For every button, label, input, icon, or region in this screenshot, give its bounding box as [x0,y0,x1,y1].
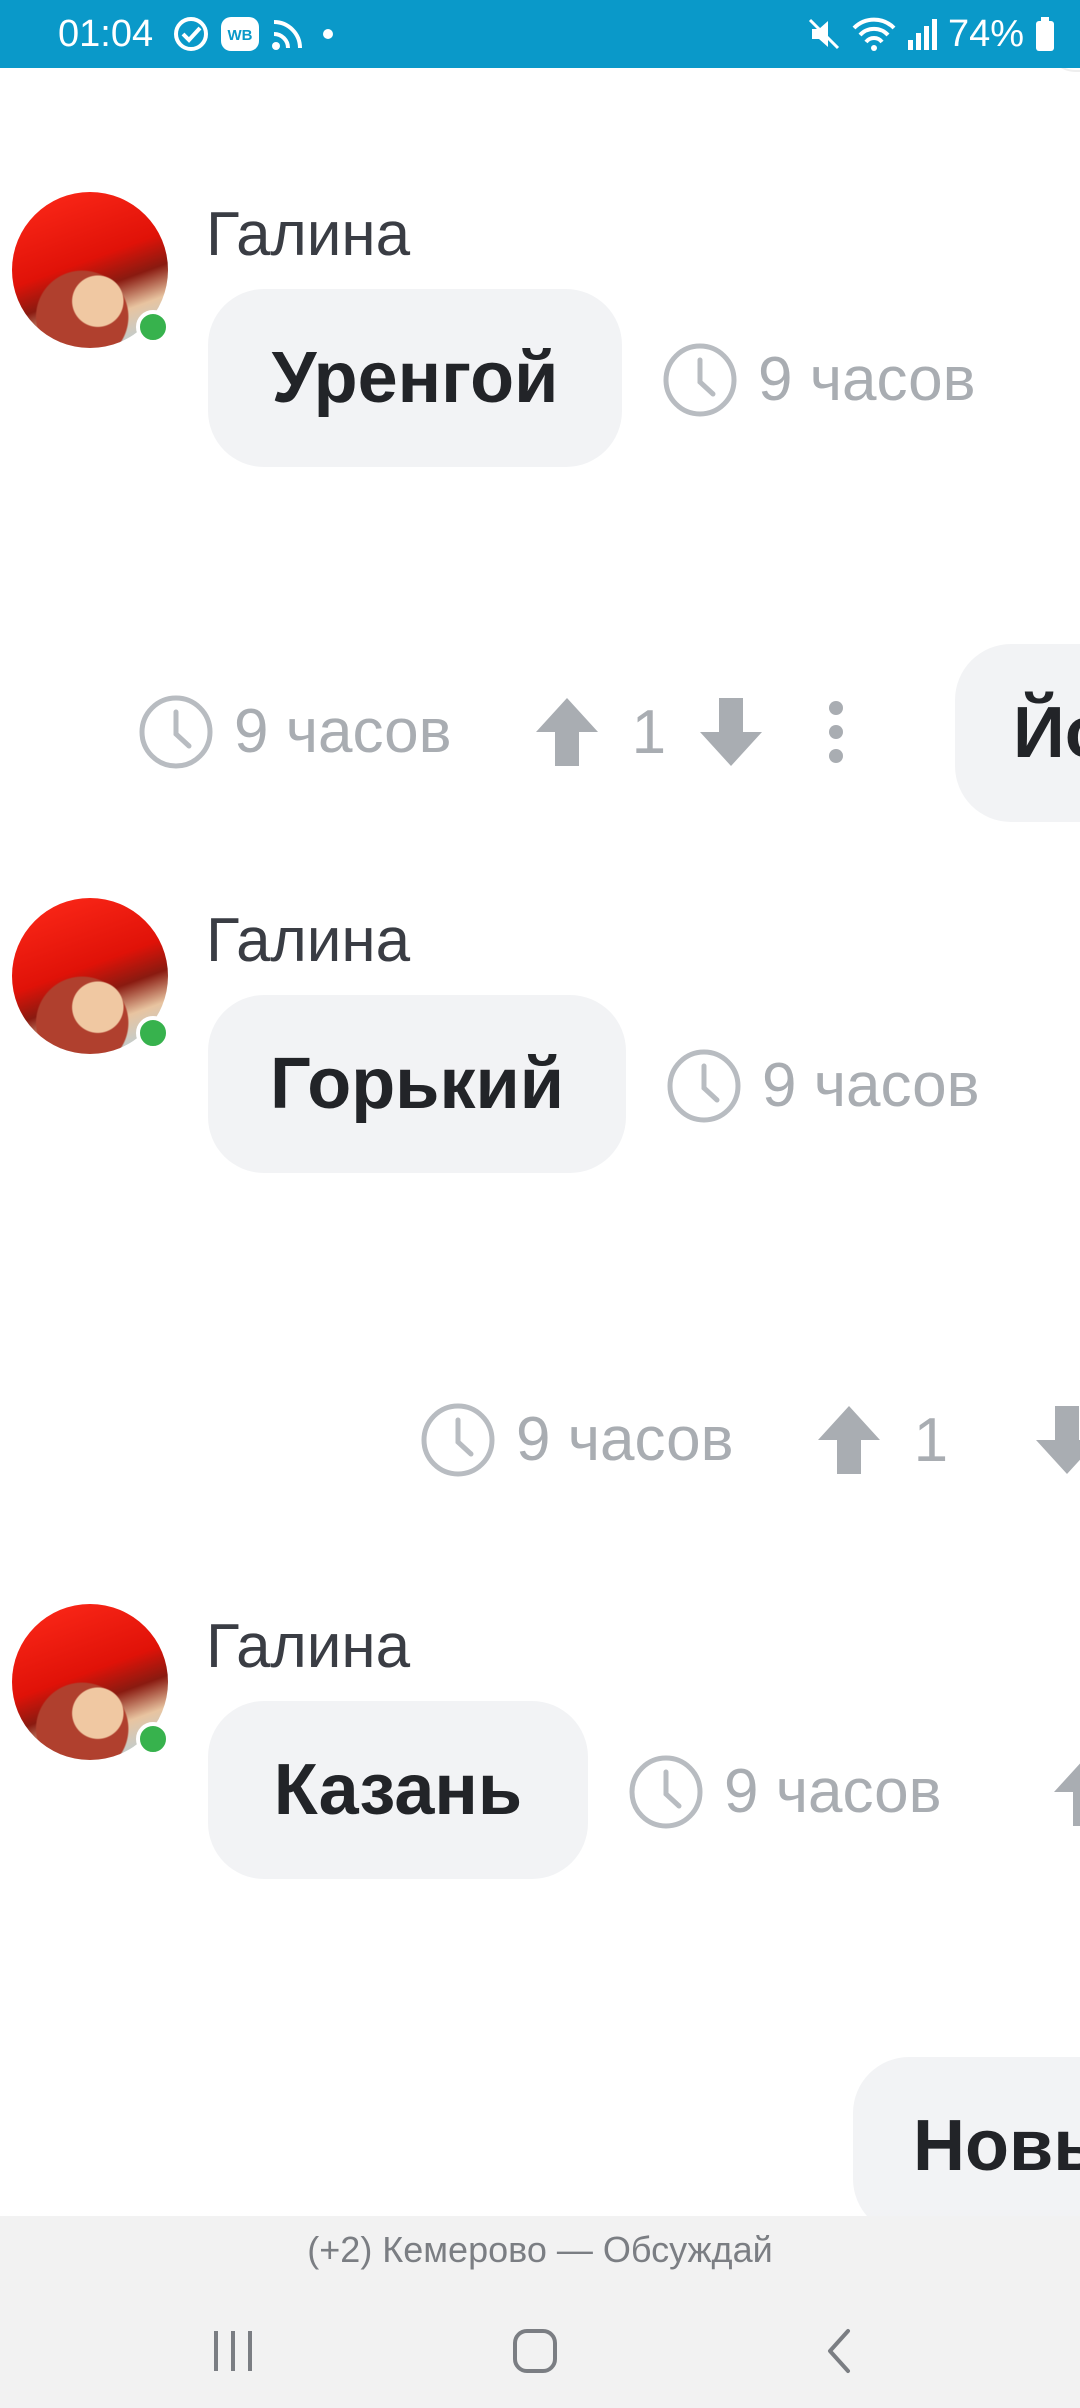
wb-app-icon: WB [221,17,259,51]
mute-icon [808,18,839,50]
message-bubble[interactable]: Уренгой [208,289,622,467]
online-indicator [136,310,170,344]
signal-icon [907,19,937,50]
cast-icon [272,20,302,50]
back-icon [828,2329,850,2373]
upvote-icon[interactable] [1050,1754,1080,1830]
clock-icon [663,343,737,417]
recent-apps-button[interactable] [188,2316,278,2386]
message-meta: 9 часов 1 [138,694,846,770]
message-author[interactable]: Галина [206,1612,410,1682]
partial-bubble-edge [1046,68,1080,72]
message-bubble[interactable]: Новы [853,2057,1080,2216]
back-button[interactable] [794,2316,884,2386]
clock-icon [629,1755,703,1829]
message-bubble[interactable]: Йо [955,644,1080,822]
chat-title[interactable]: (+2) Кемерово — Обсуждай [0,2228,1080,2272]
recent-apps-icon [214,2331,252,2371]
battery-percent: 74% [947,13,1024,55]
message-time: 9 часов [762,1051,980,1120]
message-bubble[interactable]: Горький [208,995,626,1173]
message-author[interactable]: Галина [206,200,410,270]
message-meta: 9 часов [662,342,976,418]
downvote-icon[interactable] [696,694,766,770]
wifi-icon [852,17,896,51]
home-icon [513,2329,557,2373]
message-time: 9 часов [234,697,452,766]
upvote-icon[interactable] [532,694,602,770]
status-bar: 01:04 WB 74% [0,0,1080,68]
message-time: 9 часов [758,345,976,414]
clock-icon [667,1049,741,1123]
online-indicator [136,1016,170,1050]
message-time: 9 часов [516,1405,734,1474]
status-icons-right: 74% [806,10,1056,58]
clock-icon [139,695,213,769]
svg-text:WB: WB [228,27,253,44]
message-meta: 9 часов 1 [420,1402,978,1478]
vote-count: 1 [631,697,667,767]
downvote-icon[interactable] [1032,1402,1080,1478]
bottom-bar: (+2) Кемерово — Обсуждай [0,2216,1080,2408]
status-time: 01:04 [58,13,154,55]
message-feed[interactable]: Галина Уренгой 9 часов 9 часов 1 Йо Га [0,68,1080,2216]
battery-icon [1036,17,1054,51]
message-meta: 9 часов [666,1048,980,1124]
avatar[interactable] [12,1604,170,1760]
vote-count: 1 [913,1405,949,1475]
home-button[interactable] [490,2316,580,2386]
upvote-icon[interactable] [814,1402,884,1478]
dot-icon [323,29,333,39]
status-icons-left: WB [172,14,340,54]
more-options-icon[interactable] [826,700,846,764]
online-indicator [136,1722,170,1756]
message-time: 9 часов [724,1757,942,1826]
clock-icon [421,1403,495,1477]
sync-check-icon [174,17,208,51]
avatar[interactable] [12,192,170,348]
avatar[interactable] [12,898,170,1054]
message-bubble[interactable]: Казань [208,1701,588,1879]
message-meta: 9 часов [628,1754,942,1830]
message-author[interactable]: Галина [206,906,410,976]
